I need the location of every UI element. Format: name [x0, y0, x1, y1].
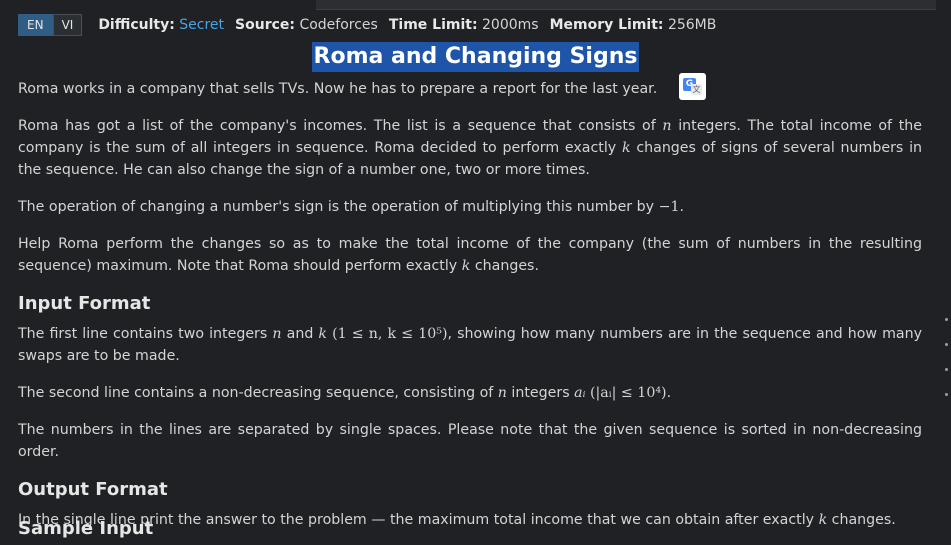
problem-title: Roma and Changing Signs — [311, 42, 640, 72]
source-info: Source: Codeforces — [235, 17, 378, 33]
math-k: k — [818, 512, 828, 528]
source-value: Codeforces — [299, 17, 378, 33]
input-text-1a: The first line contains two integers — [18, 326, 273, 342]
time-limit-value: 2000ms — [482, 17, 539, 33]
difficulty-info: Difficulty: Secret — [98, 17, 224, 33]
statement-paragraph-1: Roma works in a company that sells TVs. … — [18, 78, 922, 100]
time-limit-label: Time Limit: — [388, 17, 478, 33]
input-text-2c: . — [666, 385, 672, 401]
math-k: k — [621, 140, 631, 156]
lang-vi-button[interactable]: VI — [52, 14, 83, 36]
statement-text-4b: changes. — [470, 258, 539, 274]
math-neg-one: −1 — [658, 199, 680, 215]
input-paragraph-3: The numbers in the lines are separated b… — [18, 419, 922, 463]
language-switch: EN VI — [18, 14, 83, 36]
memory-limit-label: Memory Limit: — [549, 17, 664, 33]
title-container: Roma and Changing Signs — [0, 42, 951, 72]
memory-limit-value: 256MB — [667, 17, 717, 33]
math-a-i: aᵢ — [574, 385, 586, 401]
problem-statement: Roma works in a company that sells TVs. … — [18, 78, 922, 545]
math-k: k — [318, 326, 328, 342]
math-n: n — [497, 385, 507, 401]
input-text-2a: The second line contains a non-decreasin… — [18, 385, 498, 401]
statement-paragraph-2: Roma has got a list of the company's inc… — [18, 115, 922, 181]
math-n: n — [272, 326, 282, 342]
math-n: n — [662, 118, 672, 134]
input-format-heading: Input Format — [18, 293, 151, 314]
top-toolbar-edge — [316, 0, 936, 10]
lang-en-button[interactable]: EN — [18, 14, 53, 36]
problem-meta-bar: EN VI Difficulty: Secret Source: Codefor… — [18, 14, 727, 36]
statement-text-3b: . — [679, 199, 684, 215]
statement-paragraph-4: Help Roma perform the changes so as to m… — [18, 233, 922, 277]
statement-text-2a: Roma has got a list of the company's inc… — [18, 118, 663, 134]
input-text-1b: and — [281, 326, 319, 342]
input-text-2b: integers — [506, 385, 575, 401]
statement-text-1: Roma works in a company that sells TVs. … — [18, 81, 658, 97]
difficulty-label: Difficulty: — [98, 17, 175, 33]
input-text-3: The numbers in the lines are separated b… — [18, 422, 922, 460]
input-paragraph-2: The second line contains a non-decreasin… — [18, 382, 922, 404]
input-paragraph-1: The first line contains two integers n a… — [18, 323, 922, 367]
scroll-dot — [945, 368, 948, 371]
difficulty-value: Secret — [179, 17, 225, 33]
scroll-dot — [945, 318, 948, 321]
math-constraint-2: (|aᵢ| ≤ 10⁴) — [589, 385, 667, 401]
output-format-heading: Output Format — [18, 479, 168, 500]
math-constraint-1: (1 ≤ n, k ≤ 10⁵) — [332, 326, 448, 342]
output-text-1b: changes. — [827, 512, 896, 528]
scroll-indicator[interactable] — [945, 318, 949, 418]
statement-text-3a: The operation of changing a number's sig… — [18, 199, 659, 215]
sample-input-heading: Sample Input — [18, 518, 154, 539]
source-label: Source: — [235, 17, 295, 33]
statement-paragraph-3: The operation of changing a number's sig… — [18, 196, 922, 218]
scroll-dot — [945, 343, 948, 346]
time-limit-info: Time Limit: 2000ms — [389, 17, 539, 33]
memory-limit-info: Memory Limit: 256MB — [550, 17, 717, 33]
scroll-dot — [945, 393, 948, 396]
